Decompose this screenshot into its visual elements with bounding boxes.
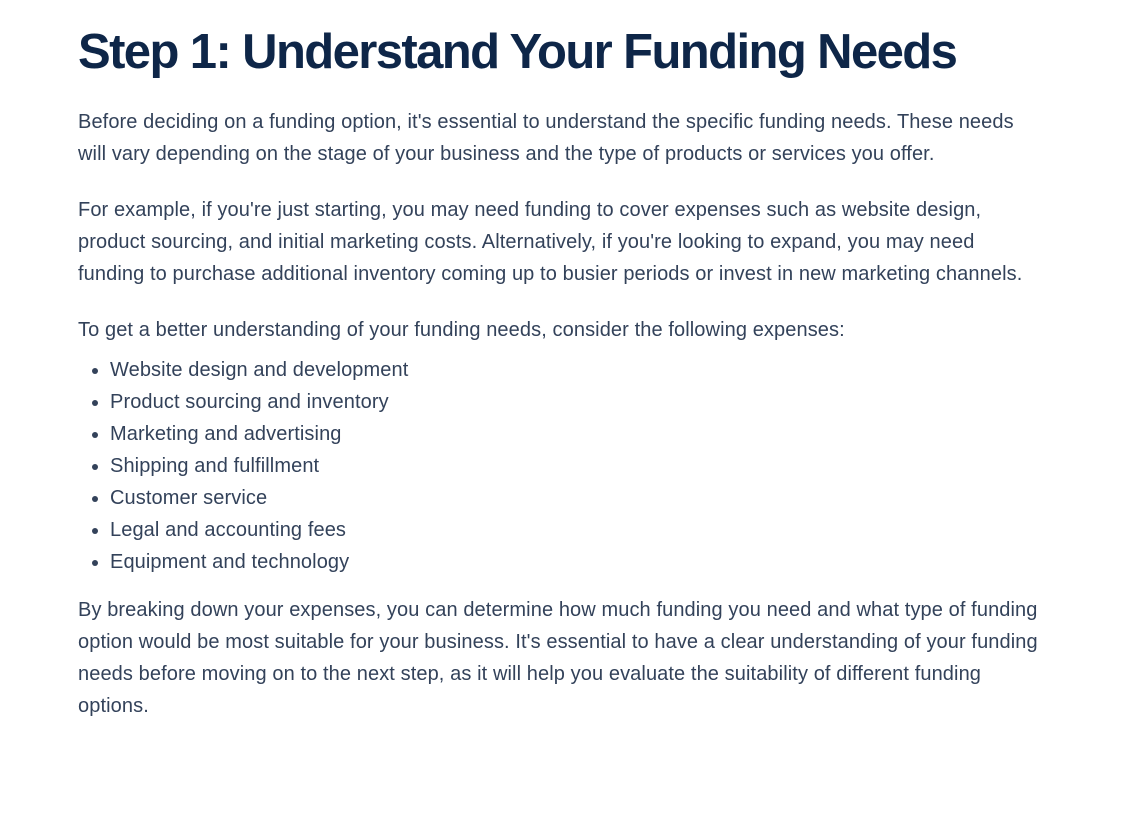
list-item: Equipment and technology	[110, 546, 1043, 578]
list-item: Marketing and advertising	[110, 418, 1043, 450]
paragraph-closing: By breaking down your expenses, you can …	[78, 599, 1038, 717]
paragraph-funding-example: For example, if you're just starting, yo…	[78, 199, 1023, 285]
page-title: Step 1: Understand Your Funding Needs	[78, 25, 958, 79]
article-content: Step 1: Understand Your Funding Needs Be…	[78, 22, 1043, 746]
list-item: Legal and accounting fees	[110, 514, 1043, 546]
list-item: Customer service	[110, 482, 1043, 514]
expense-list: Website design and development Product s…	[78, 354, 1043, 578]
list-item: Product sourcing and inventory	[110, 386, 1043, 418]
list-item: Website design and development	[110, 354, 1043, 386]
paragraph-funding-intro: Before deciding on a funding option, it'…	[78, 111, 1014, 165]
list-item: Shipping and fulfillment	[110, 450, 1043, 482]
paragraph-expenses-intro: To get a better understanding of your fu…	[78, 319, 845, 341]
